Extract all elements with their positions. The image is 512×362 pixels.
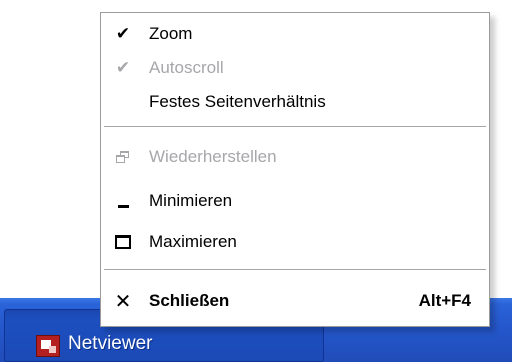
menu-item-minimize[interactable]: Minimieren [101, 184, 489, 218]
netviewer-app-icon [36, 335, 60, 357]
checkmark-icon: ✔ [115, 57, 131, 78]
menu-item-zoom[interactable]: ✔ Zoom [101, 17, 489, 51]
menu-item-label: Zoom [149, 24, 193, 43]
menu-item-shortcut: Alt+F4 [418, 291, 471, 310]
checkmark-icon: ✔ [115, 23, 131, 44]
menu-item-label: Schließen [149, 291, 230, 310]
restore-window-icon [111, 142, 135, 172]
menu-item-close[interactable]: ✕ Schließen Alt+F4 [101, 284, 489, 318]
menu-separator [104, 269, 486, 271]
close-x-icon: ✕ [114, 289, 132, 313]
menu-separator [104, 126, 486, 128]
menu-item-maximize[interactable]: Maximieren [101, 225, 489, 259]
menu-item-restore: Wiederherstellen [101, 140, 489, 174]
menu-item-label: Festes Seitenverhältnis [149, 92, 326, 111]
menu-item-autoscroll: ✔ Autoscroll [101, 51, 489, 85]
menu-item-label: Maximieren [149, 232, 237, 251]
window-context-menu: ✔ Zoom ✔ Autoscroll Festes Seitenverhält… [100, 12, 490, 327]
maximize-window-icon [111, 227, 135, 257]
minimize-window-icon [111, 186, 135, 216]
menu-item-label: Autoscroll [149, 58, 224, 77]
taskbar-button-label: Netviewer [68, 333, 153, 354]
menu-item-fixed-aspect-ratio[interactable]: Festes Seitenverhältnis [101, 85, 489, 119]
menu-item-label: Wiederherstellen [149, 147, 277, 166]
menu-item-label: Minimieren [149, 191, 233, 210]
